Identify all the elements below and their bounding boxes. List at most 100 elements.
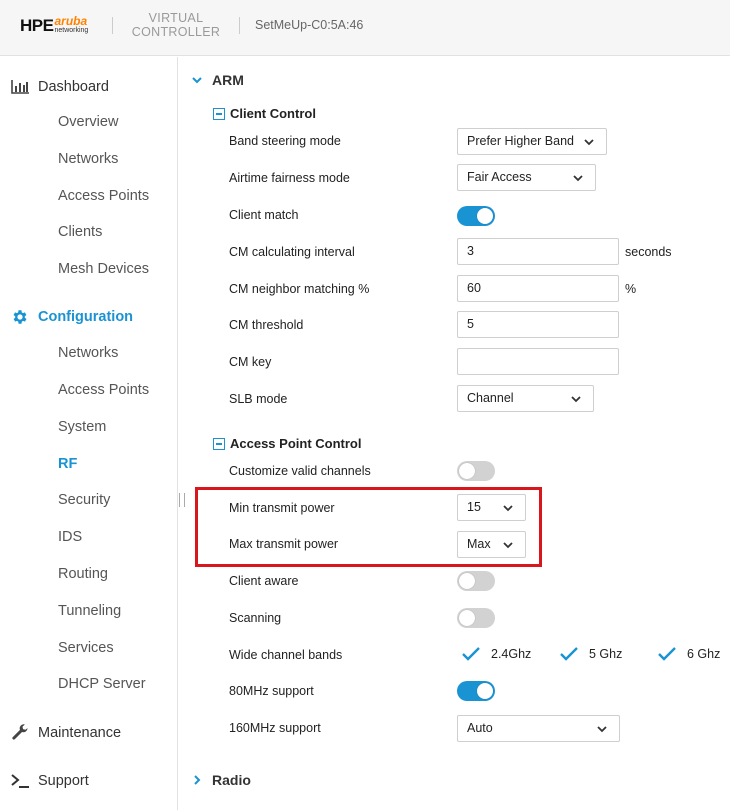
sidebar-item-system[interactable]: System xyxy=(58,419,106,435)
scanning-label: Scanning xyxy=(229,611,282,625)
chevron-right-icon xyxy=(191,774,203,786)
sidebar-item-clients[interactable]: Clients xyxy=(58,224,102,240)
radio-title: Radio xyxy=(212,772,251,788)
wide-bands-label: Wide channel bands xyxy=(229,648,343,662)
min-power-select[interactable]: 15 xyxy=(457,494,526,521)
support-160-value: Auto xyxy=(467,721,493,735)
gear-icon xyxy=(10,307,30,327)
chevron-down-icon xyxy=(573,175,583,182)
band-6-checkbox[interactable]: 6 Ghz xyxy=(657,644,720,664)
custom-channels-label: Customize valid channels xyxy=(229,464,371,478)
sidebar-support-label: Support xyxy=(38,773,89,789)
slb-mode-value: Channel xyxy=(467,391,514,405)
header-divider xyxy=(239,17,240,34)
band-steering-select[interactable]: Prefer Higher Band xyxy=(457,128,607,155)
ap-control-header[interactable]: Access Point Control xyxy=(213,436,361,451)
sidebar-configuration[interactable]: Configuration xyxy=(10,307,133,327)
arm-section-header[interactable]: ARM xyxy=(191,72,244,88)
checkmark-icon xyxy=(657,644,677,664)
app-header: HPE aruba networking VIRTUAL CONTROLLER … xyxy=(0,0,730,56)
max-power-value: Max xyxy=(467,537,491,551)
min-power-value: 15 xyxy=(467,500,481,514)
cm-interval-label: CM calculating interval xyxy=(229,245,355,259)
bar-chart-icon xyxy=(10,77,30,97)
cm-neighbor-unit: % xyxy=(625,282,637,296)
client-aware-toggle[interactable] xyxy=(457,571,495,591)
sidebar-item-security[interactable]: Security xyxy=(58,492,110,508)
band-steering-label: Band steering mode xyxy=(229,134,341,148)
chevron-down-icon xyxy=(597,726,607,733)
sidebar-maintenance[interactable]: Maintenance xyxy=(10,723,121,743)
sidebar-item-services[interactable]: Services xyxy=(58,640,114,656)
wrench-icon xyxy=(10,723,30,743)
chevron-down-icon xyxy=(503,542,513,549)
client-aware-label: Client aware xyxy=(229,574,299,588)
sidebar-item-ids[interactable]: IDS xyxy=(58,529,82,545)
chevron-down-icon xyxy=(571,396,581,403)
sidebar-item-networks[interactable]: Networks xyxy=(58,151,118,167)
cm-threshold-input[interactable]: 5 xyxy=(457,311,619,338)
cm-interval-input[interactable]: 3 xyxy=(457,238,619,265)
product-title-line1: VIRTUAL xyxy=(148,11,204,25)
airtime-fairness-value: Fair Access xyxy=(467,170,532,184)
cm-neighbor-input[interactable]: 60 xyxy=(457,275,619,302)
sidebar-item-config-networks[interactable]: Networks xyxy=(58,345,118,361)
main-content: ARM Client Control Band steering mode Pr… xyxy=(179,57,730,810)
sidebar-configuration-label: Configuration xyxy=(38,309,134,325)
support-160-select[interactable]: Auto xyxy=(457,715,620,742)
airtime-fairness-select[interactable]: Fair Access xyxy=(457,164,596,191)
terminal-icon xyxy=(10,771,30,791)
support-80-label: 80MHz support xyxy=(229,684,314,698)
support-80-toggle[interactable] xyxy=(457,681,495,701)
band-24-checkbox[interactable]: 2.4Ghz xyxy=(461,644,531,664)
client-match-toggle[interactable] xyxy=(457,206,495,226)
radio-section-header[interactable]: Radio xyxy=(191,772,251,788)
collapse-icon xyxy=(213,437,225,450)
sidebar: Dashboard Overview Networks Access Point… xyxy=(0,57,178,810)
cm-key-label: CM key xyxy=(229,355,272,369)
min-power-label: Min transmit power xyxy=(229,501,335,515)
ap-control-title: Access Point Control xyxy=(230,436,362,451)
chevron-down-icon xyxy=(191,74,203,86)
client-control-title: Client Control xyxy=(230,106,316,121)
max-power-select[interactable]: Max xyxy=(457,531,526,558)
sidebar-item-tunneling[interactable]: Tunneling xyxy=(58,603,121,619)
checkmark-icon xyxy=(559,644,579,664)
sidebar-item-config-access-points[interactable]: Access Points xyxy=(58,382,149,398)
sidebar-item-access-points[interactable]: Access Points xyxy=(58,188,149,204)
arm-title: ARM xyxy=(212,72,244,88)
product-title: VIRTUAL CONTROLLER xyxy=(124,11,228,39)
sidebar-item-mesh-devices[interactable]: Mesh Devices xyxy=(58,261,149,277)
support-160-label: 160MHz support xyxy=(229,721,321,735)
sidebar-dashboard[interactable]: Dashboard xyxy=(10,77,109,97)
sidebar-support[interactable]: Support xyxy=(10,771,89,791)
cm-interval-unit: seconds xyxy=(625,245,672,259)
product-title-line2: CONTROLLER xyxy=(131,25,221,39)
custom-channels-toggle[interactable] xyxy=(457,461,495,481)
band-5-label: 5 Ghz xyxy=(589,647,623,661)
logo-brand: HPE xyxy=(20,16,54,35)
checkmark-icon xyxy=(461,644,481,664)
band-5-checkbox[interactable]: 5 Ghz xyxy=(559,644,622,664)
max-power-label: Max transmit power xyxy=(229,537,339,551)
sidebar-item-dhcp-server[interactable]: DHCP Server xyxy=(58,676,146,692)
client-control-header[interactable]: Client Control xyxy=(213,106,316,121)
sidebar-item-routing[interactable]: Routing xyxy=(58,566,108,582)
scanning-toggle[interactable] xyxy=(457,608,495,628)
band-6-label: 6 Ghz xyxy=(687,647,721,661)
airtime-fairness-label: Airtime fairness mode xyxy=(229,171,350,185)
slb-mode-label: SLB mode xyxy=(229,392,288,406)
sidebar-item-overview[interactable]: Overview xyxy=(58,114,118,130)
slb-mode-select[interactable]: Channel xyxy=(457,385,594,412)
sidebar-maintenance-label: Maintenance xyxy=(38,725,122,741)
hpe-aruba-logo[interactable]: HPE aruba networking xyxy=(20,15,88,36)
band-steering-value: Prefer Higher Band xyxy=(467,134,575,148)
sidebar-dashboard-label: Dashboard xyxy=(38,79,109,95)
sidebar-item-rf[interactable]: RF xyxy=(58,456,77,472)
logo-subtext: aruba networking xyxy=(54,15,88,35)
cm-threshold-label: CM threshold xyxy=(229,318,304,332)
header-divider xyxy=(112,17,113,34)
chevron-down-icon xyxy=(503,505,513,512)
collapse-icon xyxy=(213,107,225,120)
cm-key-input[interactable] xyxy=(457,348,619,375)
